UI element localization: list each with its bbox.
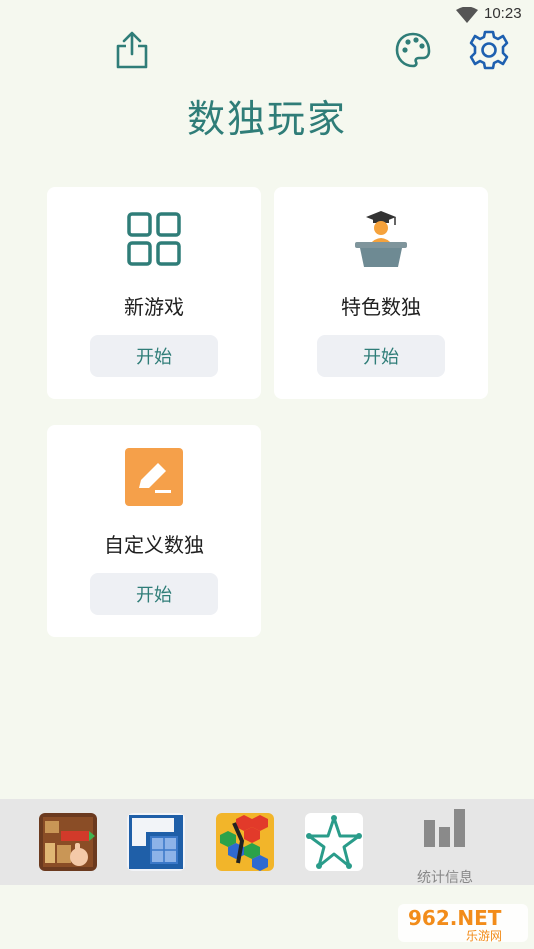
block-fit-game-icon[interactable]: [127, 813, 185, 871]
new-game-card[interactable]: 新游戏 开始: [47, 187, 261, 399]
start-button[interactable]: 开始: [90, 335, 218, 377]
start-button[interactable]: 开始: [90, 573, 218, 615]
start-button[interactable]: 开始: [317, 335, 445, 377]
settings-button[interactable]: [467, 28, 511, 72]
stats-button[interactable]: 统计信息: [407, 807, 483, 886]
palette-button[interactable]: [391, 28, 435, 72]
palette-icon: [395, 32, 431, 68]
teacher-podium-icon: [351, 209, 411, 269]
hexa-puzzle-game-icon[interactable]: [216, 813, 274, 871]
watermark-logo: 962.NET 乐游网: [396, 902, 530, 944]
card-label: 自定义数独: [104, 533, 204, 557]
share-icon: [116, 31, 148, 69]
page-title: 数独玩家: [186, 97, 347, 141]
unblock-puzzle-game-icon[interactable]: [39, 813, 97, 871]
special-sudoku-card[interactable]: 特色数独 开始: [274, 187, 488, 399]
stats-label: 统计信息: [417, 870, 473, 886]
grid-icon: [124, 209, 184, 269]
watermark-main: 962.NET: [408, 906, 502, 930]
status-bar: 10:23: [0, 0, 534, 28]
gear-icon: [469, 30, 509, 70]
bar-chart-icon: [424, 809, 465, 847]
watermark-sub: 乐游网: [466, 929, 502, 943]
status-time: 10:23: [484, 5, 522, 22]
card-label: 新游戏: [124, 295, 184, 319]
custom-sudoku-card[interactable]: 自定义数独 开始: [47, 425, 261, 637]
bottom-bar: 统计信息: [0, 799, 534, 886]
one-line-star-game-icon[interactable]: [305, 813, 363, 871]
edit-pencil-icon: [124, 447, 184, 507]
wifi-icon: [456, 6, 478, 27]
card-label: 特色数独: [341, 295, 421, 319]
share-button[interactable]: [110, 28, 154, 72]
